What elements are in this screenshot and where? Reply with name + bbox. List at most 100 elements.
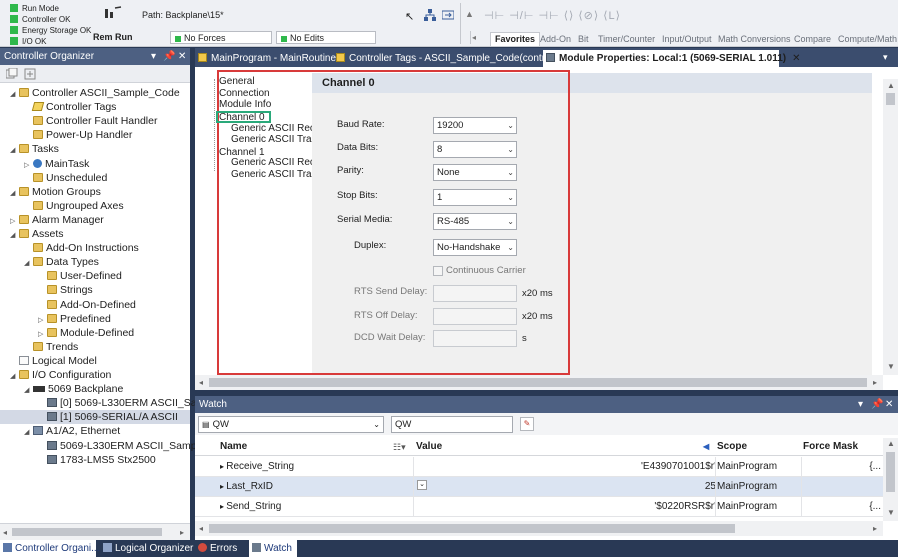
organizer-item[interactable]: ◢ Motion Groups	[10, 185, 101, 199]
edits-status[interactable]: No Edits	[276, 31, 376, 44]
organizer-horizontal-scrollbar[interactable]: ◂ ▸	[0, 523, 190, 540]
organizer-item[interactable]: ◢ Assets	[10, 227, 64, 241]
column-filter-icon[interactable]: ☷▾	[393, 438, 406, 456]
nav-item[interactable]: Module Info	[219, 99, 271, 111]
close-tab-icon[interactable]: ✕	[792, 53, 800, 64]
toolbar-scroll-up-icon[interactable]: ▲	[465, 9, 474, 19]
organizer-item[interactable]: ▷ Alarm Manager	[10, 213, 104, 227]
scroll-left-icon[interactable]: ◂	[199, 378, 203, 387]
watch-scope-select[interactable]: ▤ QW ⌄	[198, 416, 384, 433]
watch-cell-value[interactable]: 'E4390701001$r'	[416, 457, 716, 476]
organizer-item[interactable]: Add-On-Defined	[38, 298, 136, 312]
organizer-item[interactable]: ◢ Tasks	[10, 142, 59, 156]
ribbon-tab-timer-counter[interactable]: Timer/Counter	[598, 33, 655, 46]
clear-filter-icon[interactable]: ✎	[520, 417, 534, 431]
tab-main-routine[interactable]: MainProgram - MainRoutine	[195, 50, 336, 67]
scroll-right-icon[interactable]: ▸	[873, 524, 877, 533]
collapse-arrow-icon[interactable]: ◢	[10, 370, 19, 384]
path-go-icon[interactable]	[441, 9, 455, 24]
ribbon-tab-favorites[interactable]: Favorites	[490, 32, 541, 46]
controller-mode-icon[interactable]	[104, 6, 122, 20]
baud-rate-select[interactable]: 19200 ⌄	[433, 117, 517, 134]
organizer-item[interactable]: ◢ I/O Configuration	[10, 368, 111, 382]
tab-list-icon[interactable]: ▾	[883, 52, 888, 63]
nav-item[interactable]: General	[219, 76, 255, 88]
pin-icon[interactable]: 📌	[163, 48, 175, 65]
scroll-thumb[interactable]	[209, 378, 867, 387]
scroll-up-icon[interactable]: ▲	[887, 439, 895, 448]
scroll-left-icon[interactable]: ◂	[199, 524, 203, 533]
nav-item[interactable]: Generic ASCII Transmit	[231, 169, 312, 181]
collapse-arrow-icon[interactable]: ◢	[10, 144, 19, 158]
organizer-item[interactable]: User-Defined	[38, 269, 122, 283]
organizer-item[interactable]: ◢ Data Types	[24, 255, 99, 269]
tab-errors[interactable]: Errors	[195, 540, 245, 557]
scroll-right-icon[interactable]: ▸	[180, 528, 184, 537]
watch-cell-value[interactable]: '$0220RSR$r'	[416, 497, 716, 516]
close-icon[interactable]: ✕	[885, 396, 893, 413]
serial-media-select[interactable]: RS-485 ⌄	[433, 213, 517, 230]
column-name[interactable]: Name	[220, 438, 247, 456]
watch-cell-scope[interactable]: MainProgram	[717, 477, 801, 496]
organizer-item[interactable]: ◢ A1/A2, Ethernet	[24, 424, 120, 438]
duplex-select[interactable]: No-Handshake ⌄	[433, 239, 517, 256]
watch-cell-scope[interactable]: MainProgram	[717, 457, 801, 476]
organizer-item[interactable]: Add-On Instructions	[24, 241, 139, 255]
organizer-item[interactable]: ▷ Module-Defined	[38, 326, 134, 340]
nav-item[interactable]: Generic ASCII Transmit	[231, 134, 312, 146]
ribbon-tab-compare[interactable]: Compare	[794, 33, 831, 46]
organizer-item[interactable]: ◢ 5069 Backplane	[24, 382, 123, 396]
tab-controller-organizer[interactable]: Controller Organi...	[0, 540, 99, 557]
column-scope[interactable]: Scope	[717, 438, 747, 456]
organizer-item[interactable]: Strings	[38, 283, 93, 297]
expand-all-icon[interactable]	[24, 68, 36, 83]
watch-vertical-scrollbar[interactable]: ▲ ▼	[883, 438, 898, 521]
continuous-carrier-checkbox[interactable]	[433, 266, 443, 276]
watch-horizontal-scrollbar[interactable]: ◂ ▸	[195, 521, 883, 536]
value-dropdown-icon[interactable]: ⌄	[417, 480, 427, 490]
scroll-thumb[interactable]	[886, 452, 895, 492]
pane-menu-icon[interactable]: ▾	[151, 48, 156, 65]
organizer-item[interactable]: Logical Model	[10, 354, 97, 368]
ribbon-tab-math-conversions[interactable]: Math Conversions	[718, 33, 791, 46]
parity-select[interactable]: None ⌄	[433, 164, 517, 181]
scroll-down-icon[interactable]: ▼	[887, 362, 895, 371]
scroll-left-icon[interactable]: ◂	[3, 528, 7, 537]
scroll-thumb[interactable]	[12, 528, 162, 536]
forces-status[interactable]: No Forces	[170, 31, 272, 44]
organizer-item[interactable]: ▷ Predefined	[38, 312, 111, 326]
organizer-item[interactable]: Unscheduled	[24, 171, 107, 185]
collapse-all-icon[interactable]	[5, 67, 18, 83]
collapse-arrow-icon[interactable]: ◢	[10, 88, 19, 102]
watch-cell-name[interactable]: ▸ Receive_String	[220, 457, 410, 476]
ribbon-scroll-left-icon[interactable]: ◂	[472, 33, 476, 42]
ribbon-tab-compute-math[interactable]: Compute/Math	[838, 33, 897, 46]
rts-send-delay-input[interactable]	[433, 285, 517, 302]
organizer-item[interactable]: Power-Up Handler	[24, 128, 132, 142]
watch-cell-name[interactable]: ▸ Last_RxID	[220, 477, 410, 496]
dcd-wait-delay-input[interactable]	[433, 330, 517, 347]
nav-item[interactable]: Generic ASCII Receive	[231, 157, 312, 169]
pane-menu-icon[interactable]: ▾	[858, 396, 863, 413]
scroll-thumb[interactable]	[886, 93, 895, 105]
organizer-item[interactable]: Controller Fault Handler	[24, 114, 157, 128]
tab-module-properties[interactable]: Module Properties: Local:1 (5069-SERIAL …	[543, 50, 801, 67]
network-browse-icon[interactable]	[424, 9, 436, 24]
collapse-arrow-icon[interactable]: ◢	[10, 187, 19, 201]
watch-cell-name[interactable]: ▸ Send_String	[220, 497, 410, 516]
scroll-down-icon[interactable]: ▼	[887, 508, 895, 517]
watch-cell-scope[interactable]: MainProgram	[717, 497, 801, 516]
column-force-mask[interactable]: Force Mask	[803, 438, 858, 456]
scroll-thumb[interactable]	[209, 524, 735, 533]
watch-row[interactable]: ▸ Send_String '$0220RSR$r' MainProgram {...	[195, 497, 883, 517]
pointer-icon[interactable]: ↖	[405, 10, 414, 23]
pin-icon[interactable]: 📌	[871, 396, 883, 413]
tab-logical-organizer[interactable]: Logical Organizer	[100, 540, 193, 557]
tab-watch[interactable]: Watch	[249, 540, 297, 557]
scroll-up-icon[interactable]: ▲	[887, 81, 895, 90]
organizer-item[interactable]: [1] 5069-SERIAL/A ASCII	[0, 410, 190, 425]
watch-row[interactable]: ▸ Receive_String 'E4390701001$r' MainProgr…	[195, 457, 883, 477]
data-bits-select[interactable]: 8 ⌄	[433, 141, 517, 158]
ribbon-tab-bit[interactable]: Bit	[578, 33, 589, 46]
organizer-item[interactable]: ◢ Controller ASCII_Sample_Code	[10, 86, 180, 100]
